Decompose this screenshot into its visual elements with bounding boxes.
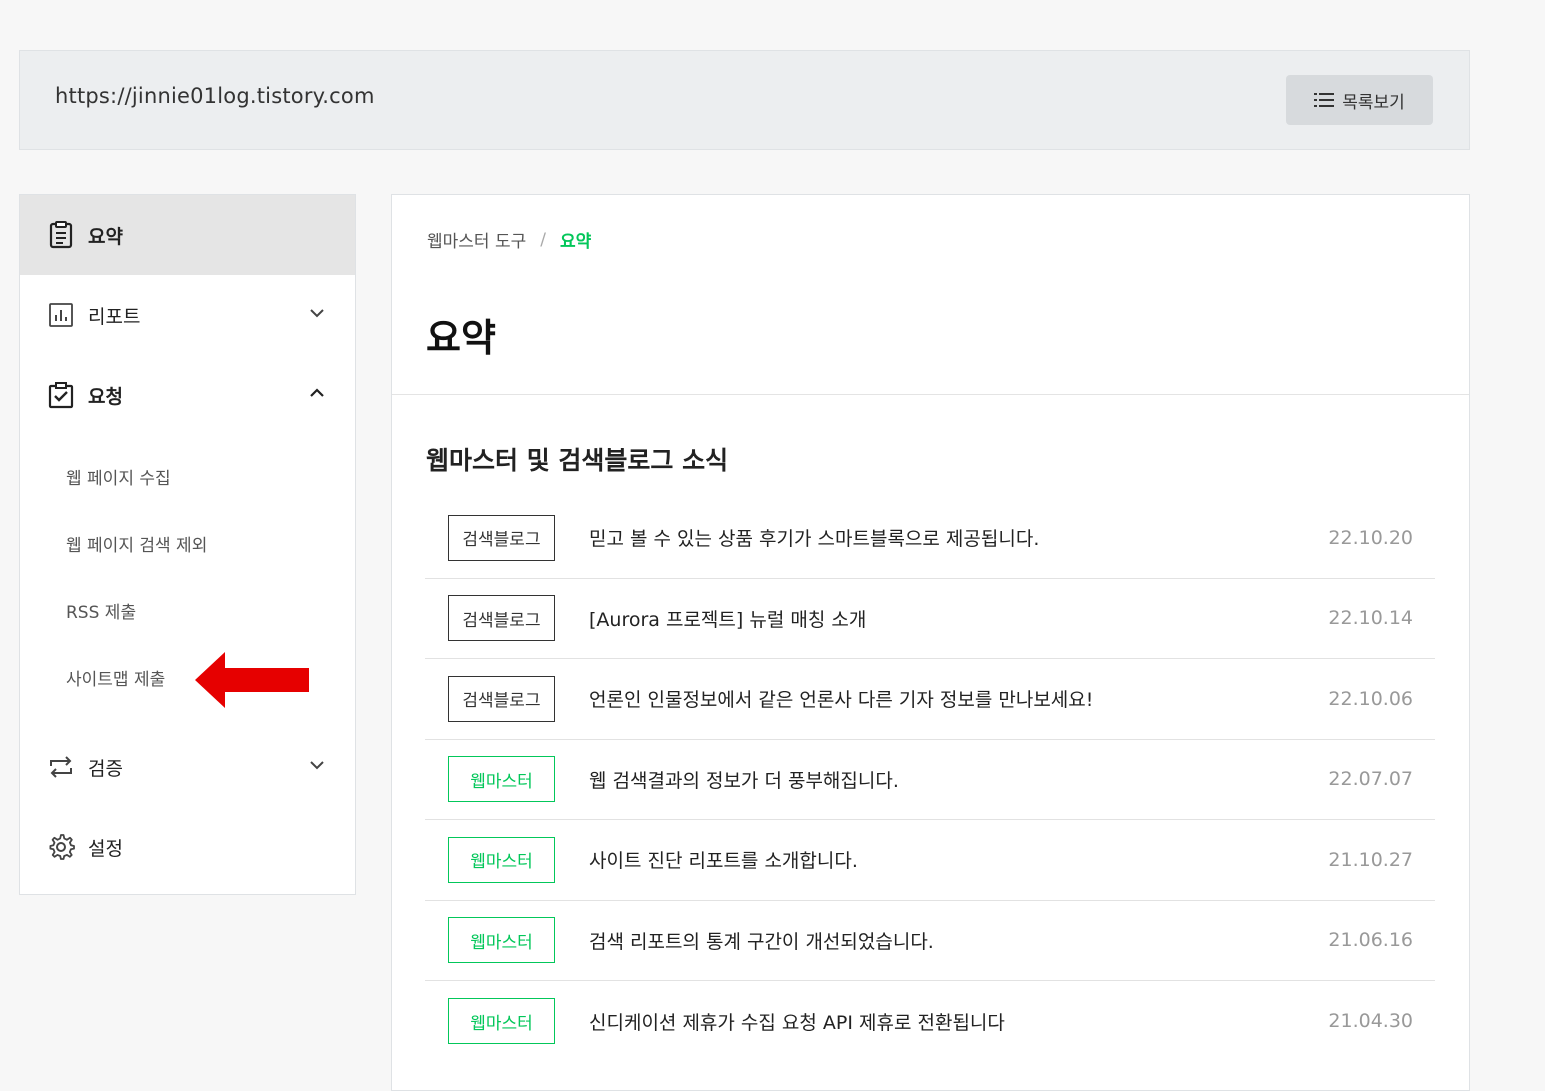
- news-item[interactable]: 검색블로그 언론인 인물정보에서 같은 언론사 다른 기자 정보를 만나보세요!…: [425, 659, 1435, 740]
- sidebar-item-verify[interactable]: 검증: [20, 727, 355, 807]
- chevron-down-icon: [310, 309, 324, 318]
- news-date: 22.10.14: [1328, 607, 1413, 630]
- news-tag: 검색블로그: [448, 595, 555, 642]
- news-date: 22.10.06: [1328, 687, 1413, 710]
- sidebar-item-label: 요약: [88, 225, 123, 248]
- news-title[interactable]: 검색 리포트의 통계 구간이 개선되었습니다.: [589, 927, 934, 954]
- breadcrumb-current: 요약: [559, 232, 592, 252]
- main-content: 웹마스터 도구 / 요약 요약 웹마스터 및 검색블로그 소식 검색블로그 믿고…: [391, 194, 1470, 1091]
- sidebar: 요약 리포트 요청 웹 페이지 수집 웹 페이지 검색 제외 RSS 제출 사이…: [19, 194, 356, 895]
- news-title[interactable]: 믿고 볼 수 있는 상품 후기가 스마트블록으로 제공됩니다.: [589, 524, 1039, 551]
- news-title[interactable]: [Aurora 프로젝트] 뉴럴 매칭 소개: [589, 605, 866, 632]
- news-item[interactable]: 웹마스터 신디케이션 제휴가 수집 요청 API 제휴로 전환됩니다 21.04…: [425, 981, 1435, 1062]
- news-tag: 검색블로그: [448, 514, 555, 561]
- sidebar-item-label: 요청: [88, 385, 123, 408]
- news-item[interactable]: 웹마스터 사이트 진단 리포트를 소개합니다. 21.10.27: [425, 820, 1435, 901]
- news-date: 21.04.30: [1328, 1010, 1413, 1033]
- submenu-web-page-exclude[interactable]: 웹 페이지 검색 제외: [20, 510, 355, 577]
- site-header: https://jinnie01log.tistory.com 목록보기: [19, 50, 1470, 150]
- bar-chart-icon: [49, 303, 73, 327]
- news-item[interactable]: 검색블로그 [Aurora 프로젝트] 뉴럴 매칭 소개 22.10.14: [425, 579, 1435, 659]
- news-date: 22.07.07: [1328, 768, 1413, 791]
- breadcrumb-separator: /: [540, 229, 546, 250]
- site-url: https://jinnie01log.tistory.com: [55, 84, 375, 108]
- news-tag: 웹마스터: [448, 756, 555, 803]
- news-tag: 웹마스터: [448, 836, 555, 883]
- news-list: 검색블로그 믿고 볼 수 있는 상품 후기가 스마트블록으로 제공됩니다. 22…: [425, 498, 1435, 1062]
- chevron-up-icon: [310, 388, 324, 397]
- repeat-icon: [50, 756, 72, 778]
- list-icon: [1314, 93, 1335, 107]
- breadcrumb: 웹마스터 도구 / 요약: [427, 227, 592, 253]
- divider: [392, 394, 1469, 395]
- sidebar-item-label: 리포트: [88, 305, 141, 328]
- gear-icon: [49, 834, 75, 860]
- sidebar-item-report[interactable]: 리포트: [20, 275, 355, 355]
- sidebar-item-label: 검증: [88, 757, 123, 780]
- news-title[interactable]: 신디케이션 제휴가 수집 요청 API 제휴로 전환됩니다: [589, 1008, 1005, 1035]
- news-title[interactable]: 웹 검색결과의 정보가 더 풍부해집니다.: [589, 766, 899, 793]
- news-date: 22.10.20: [1328, 526, 1413, 549]
- breadcrumb-parent[interactable]: 웹마스터 도구: [427, 227, 526, 252]
- list-view-button-label: 목록보기: [1342, 92, 1405, 113]
- news-title[interactable]: 사이트 진단 리포트를 소개합니다.: [589, 846, 858, 873]
- news-item[interactable]: 웹마스터 웹 검색결과의 정보가 더 풍부해집니다. 22.07.07: [425, 740, 1435, 820]
- list-view-button[interactable]: 목록보기: [1286, 75, 1433, 125]
- page-title: 요약: [426, 316, 496, 360]
- annotation-arrow-icon: [195, 652, 309, 708]
- sidebar-item-summary[interactable]: 요약: [20, 195, 355, 275]
- sidebar-item-request[interactable]: 요청: [20, 355, 355, 435]
- sidebar-item-label: 설정: [88, 837, 123, 860]
- checkbox-icon: [48, 382, 74, 409]
- submenu-web-page-collect[interactable]: 웹 페이지 수집: [20, 443, 355, 510]
- news-tag: 검색블로그: [448, 675, 555, 722]
- sidebar-item-settings[interactable]: 설정: [20, 807, 355, 887]
- news-date: 21.06.16: [1328, 929, 1413, 952]
- news-item[interactable]: 검색블로그 믿고 볼 수 있는 상품 후기가 스마트블록으로 제공됩니다. 22…: [425, 498, 1435, 579]
- news-title[interactable]: 언론인 인물정보에서 같은 언론사 다른 기자 정보를 만나보세요!: [589, 685, 1093, 712]
- submenu-rss-submit[interactable]: RSS 제출: [20, 577, 355, 644]
- chevron-down-icon: [310, 761, 324, 770]
- news-tag: 웹마스터: [448, 917, 555, 964]
- clipboard-icon: [49, 221, 73, 249]
- news-date: 21.10.27: [1328, 848, 1413, 871]
- section-title: 웹마스터 및 검색블로그 소식: [426, 446, 729, 475]
- news-tag: 웹마스터: [448, 998, 555, 1045]
- news-item[interactable]: 웹마스터 검색 리포트의 통계 구간이 개선되었습니다. 21.06.16: [425, 901, 1435, 981]
